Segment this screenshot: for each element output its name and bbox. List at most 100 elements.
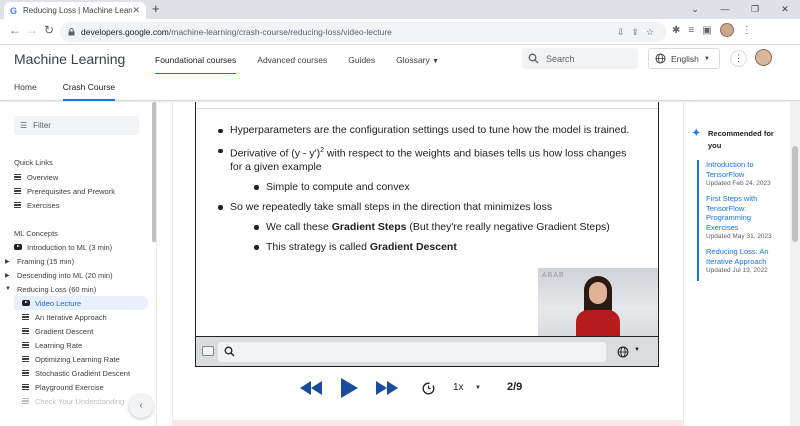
recommended-item-title[interactable]: Reducing Loss: An Iterative Approach bbox=[706, 247, 781, 266]
sidebar-item-video-lecture[interactable]: Video Lecture bbox=[14, 296, 148, 310]
star-icon[interactable]: ☆ bbox=[646, 27, 654, 38]
rewind-icon[interactable] bbox=[300, 381, 322, 395]
keyboard-icon[interactable] bbox=[202, 346, 214, 356]
sidebar-item-iterative-approach[interactable]: An Iterative Approach bbox=[22, 310, 148, 324]
sidebar-item-playground-exercise[interactable]: Playground Exercise bbox=[22, 380, 148, 394]
caret-down-icon: ▼ bbox=[432, 57, 440, 65]
quick-links-heading: Quick Links bbox=[14, 158, 53, 167]
playback-speed[interactable]: 1x bbox=[453, 382, 464, 393]
document-icon bbox=[14, 188, 21, 194]
fast-forward-icon[interactable] bbox=[376, 381, 398, 395]
sidebar-item-gradient-descent[interactable]: Gradient Descent bbox=[22, 324, 148, 338]
recommended-item-date: Updated Jul 19, 2022 bbox=[706, 267, 768, 274]
collapse-arrow-icon[interactable]: ▼ bbox=[5, 286, 11, 292]
sidebar-item-label: Descending into ML (20 min) bbox=[17, 270, 113, 280]
nav-advanced-courses[interactable]: Advanced courses bbox=[257, 55, 327, 65]
document-icon bbox=[22, 356, 29, 362]
sidebar-scrollbar[interactable] bbox=[152, 102, 156, 242]
chevron-down-icon[interactable]: ⌄ bbox=[680, 0, 710, 19]
new-tab-icon[interactable]: + bbox=[152, 1, 160, 16]
recommended-item[interactable]: Introduction to TensorFlow Updated Feb 2… bbox=[706, 160, 781, 188]
recommended-item-title[interactable]: Introduction to TensorFlow bbox=[706, 160, 781, 179]
caret-down-icon[interactable]: ▼ bbox=[634, 347, 640, 353]
sidebar-item-label: Overview bbox=[27, 172, 59, 182]
sidebar-item-label: Exercises bbox=[27, 200, 60, 210]
tab-title: Reducing Loss | Machine Learning bbox=[23, 6, 132, 15]
sidebar-item-prerequisites[interactable]: Prerequisites and Prework bbox=[14, 184, 148, 198]
language-selector[interactable]: English ▼ bbox=[648, 48, 720, 69]
bullet-text: We call these bbox=[266, 220, 332, 233]
back-arrow-icon[interactable]: ← bbox=[6, 23, 24, 37]
recommended-item-date: Updated Feb 24, 2023 bbox=[706, 180, 771, 187]
share-icon[interactable]: ⇪ bbox=[631, 27, 639, 38]
nav-guides[interactable]: Guides bbox=[348, 55, 375, 65]
browser-tab[interactable]: G Reducing Loss | Machine Learning ✕ bbox=[4, 2, 146, 19]
presenter-body bbox=[576, 310, 620, 336]
sidebar-item-learning-rate[interactable]: Learning Rate bbox=[22, 338, 148, 352]
profile-avatar[interactable] bbox=[719, 23, 734, 37]
page-scrollbar-thumb[interactable] bbox=[792, 146, 798, 242]
close-window-icon[interactable]: ✕ bbox=[770, 0, 800, 19]
sidebar-item-reducing-loss[interactable]: ▼ Reducing Loss (60 min) bbox=[5, 282, 148, 296]
slide-sub-bullet: We call these Gradient Steps (But they'r… bbox=[254, 221, 638, 234]
omnibox-actions: ⇩ ⇪ ☆ bbox=[617, 22, 654, 42]
sidebar-item-framing[interactable]: ▶ Framing (15 min) bbox=[5, 254, 148, 268]
install-icon[interactable]: ⇩ bbox=[617, 27, 625, 38]
subnav-crash-course[interactable]: Crash Course bbox=[62, 74, 116, 101]
reading-list-icon[interactable]: ≡ bbox=[688, 25, 694, 36]
globe-icon[interactable] bbox=[617, 346, 629, 358]
sidebar-item-overview[interactable]: Overview bbox=[14, 170, 148, 184]
maximize-icon[interactable]: ❐ bbox=[740, 0, 770, 19]
slide-bullet: So we repeatedly take small steps in the… bbox=[218, 201, 638, 214]
expand-arrow-icon[interactable]: ▶ bbox=[5, 272, 11, 279]
subnav-home[interactable]: Home bbox=[14, 74, 37, 101]
more-options-icon[interactable]: ⋮ bbox=[730, 50, 747, 67]
filter-icon: ☰ bbox=[20, 121, 28, 130]
page-scrollbar[interactable] bbox=[790, 102, 800, 426]
sidebar-item-label: Prerequisites and Prework bbox=[27, 186, 115, 196]
content-divider bbox=[172, 102, 173, 426]
slide-divider bbox=[196, 108, 658, 109]
address-bar[interactable]: developers.google.com/machine-learning/c… bbox=[60, 22, 666, 42]
sidebar-item-descending[interactable]: ▶ Descending into ML (20 min) bbox=[5, 268, 148, 282]
recommended-item-title[interactable]: First Steps with TensorFlow: Programming… bbox=[706, 194, 781, 232]
transcript-bar: ▼ bbox=[195, 337, 659, 367]
slide-sub-bullet: Simple to compute and convex bbox=[254, 181, 638, 194]
lock-icon bbox=[68, 28, 75, 36]
recommended-item[interactable]: First Steps with TensorFlow: Programming… bbox=[706, 194, 781, 241]
sidebar-item-sgd[interactable]: Stochastic Gradient Descent bbox=[22, 366, 148, 380]
minimize-icon[interactable]: — bbox=[710, 0, 740, 19]
side-panel-icon[interactable]: ▣ bbox=[702, 25, 711, 36]
caret-down-icon: ▼ bbox=[703, 55, 710, 62]
sidebar-item-optimizing-learning-rate[interactable]: Optimizing Learning Rate bbox=[22, 352, 148, 366]
forward-arrow-icon[interactable]: → bbox=[23, 23, 41, 37]
sidebar-item-intro[interactable]: Introduction to ML (3 min) bbox=[14, 240, 148, 254]
filter-input[interactable]: ☰ Filter bbox=[14, 116, 139, 135]
sidebar-item-exercises[interactable]: Exercises bbox=[14, 198, 148, 212]
nav-foundational-courses[interactable]: Foundational courses bbox=[155, 45, 237, 75]
search-icon bbox=[224, 346, 235, 357]
chrome-menu-icon[interactable]: ⋮ bbox=[742, 25, 752, 36]
replay-timer-icon[interactable] bbox=[422, 382, 435, 395]
sidebar-item-label: Video Lecture bbox=[35, 298, 82, 308]
reload-icon[interactable]: ↻ bbox=[40, 23, 58, 37]
sidebar-item-label: Playground Exercise bbox=[35, 382, 104, 392]
user-avatar[interactable] bbox=[755, 49, 772, 66]
site-brand[interactable]: Machine Learning bbox=[14, 51, 125, 67]
document-icon bbox=[22, 328, 29, 334]
document-icon bbox=[22, 384, 29, 390]
recommended-item-date: Updated May 31, 2023 bbox=[706, 233, 772, 240]
close-tab-icon[interactable]: ✕ bbox=[132, 5, 140, 16]
collapse-sidebar-button[interactable]: ‹ bbox=[129, 394, 153, 418]
play-icon[interactable] bbox=[340, 378, 358, 398]
caret-down-icon[interactable]: ▼ bbox=[475, 385, 481, 391]
extensions-puzzle-icon[interactable]: ✱ bbox=[672, 25, 680, 36]
sidebar-item-label: Check Your Understanding bbox=[35, 396, 125, 406]
search-input[interactable]: Search bbox=[522, 48, 638, 69]
nav-glossary[interactable]: Glossary ▼ bbox=[396, 55, 439, 65]
video-icon bbox=[22, 300, 30, 306]
recommended-panel: ✦ Recommended for you Introduction to Te… bbox=[690, 102, 790, 426]
expand-arrow-icon[interactable]: ▶ bbox=[5, 258, 11, 265]
recommended-item[interactable]: Reducing Loss: An Iterative Approach Upd… bbox=[706, 247, 781, 275]
transcript-search-input[interactable] bbox=[218, 342, 606, 362]
